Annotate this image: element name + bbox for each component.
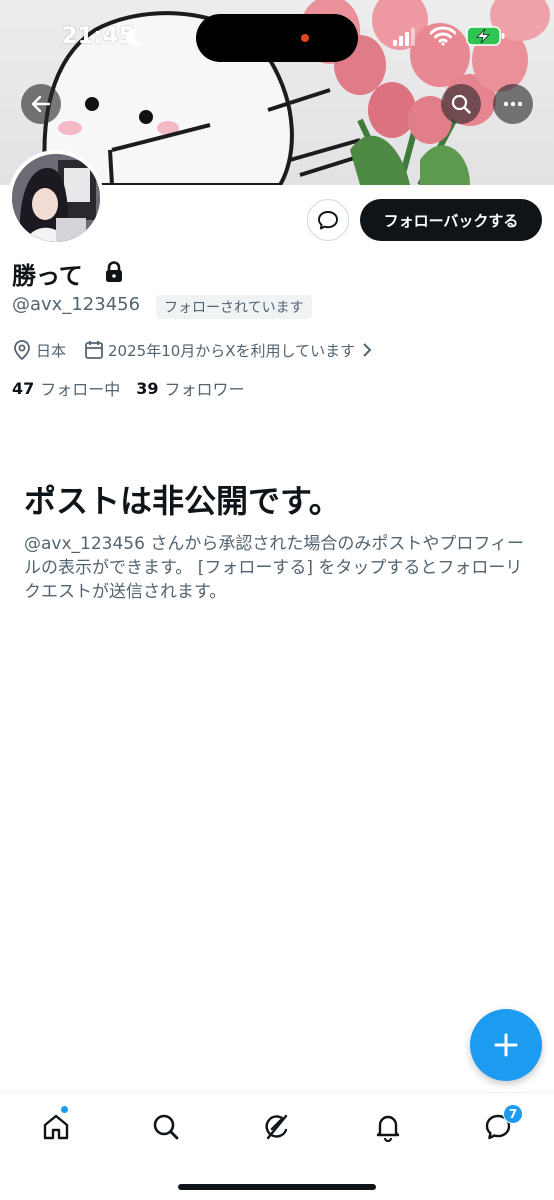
grok-icon — [265, 1114, 288, 1140]
message-button[interactable] — [307, 199, 349, 241]
home-icon — [43, 1114, 69, 1140]
chevron-right-icon[interactable] — [361, 342, 373, 358]
tab-search[interactable] — [144, 1109, 188, 1145]
avatar[interactable] — [8, 150, 104, 246]
compose-button[interactable] — [470, 1009, 542, 1081]
cellular-signal-icon — [393, 28, 415, 46]
arrow-left-icon — [31, 95, 51, 113]
back-button[interactable] — [21, 84, 61, 124]
private-notice-description: @avx_123456 さんから承認された場合のみポストやプロフィールの表示がで… — [24, 534, 524, 602]
messages-badge: 7 — [503, 1104, 523, 1124]
notifications-icon — [376, 1115, 400, 1142]
more-dots-icon — [503, 101, 523, 107]
following-label[interactable]: フォロー中 — [40, 376, 120, 400]
tab-home[interactable] — [34, 1109, 78, 1145]
followers-label[interactable]: フォロワー — [165, 376, 245, 400]
profile-location: 日本 — [36, 341, 67, 360]
avatar-image — [12, 154, 100, 242]
follows-you-badge: フォローされています — [156, 295, 312, 319]
home-unread-dot — [60, 1105, 69, 1114]
home-indicator — [178, 1184, 376, 1190]
search-icon — [451, 94, 471, 114]
private-notice-title: ポストは非公開です。 — [24, 482, 341, 520]
search-icon — [153, 1114, 179, 1140]
wifi-icon — [430, 26, 456, 46]
lock-icon — [106, 261, 122, 282]
recording-indicator — [301, 34, 309, 42]
location-pin-icon — [12, 339, 32, 361]
battery-charging-icon — [466, 26, 505, 46]
profile-joined[interactable]: 2025年10月からXを利用しています — [108, 340, 355, 361]
following-count[interactable]: 47 — [12, 379, 34, 398]
tab-notifications[interactable] — [366, 1109, 410, 1145]
focus-moon-icon — [126, 28, 143, 47]
plus-icon — [494, 1033, 518, 1057]
dynamic-island — [196, 14, 358, 62]
more-button[interactable] — [493, 84, 533, 124]
tab-grok[interactable] — [255, 1109, 299, 1145]
profile-handle: @avx_123456 — [12, 294, 141, 315]
search-button[interactable] — [441, 84, 481, 124]
follow-counts: 47 フォロー中 39 フォロワー — [12, 376, 245, 400]
bottom-tab-bar: 7 — [0, 1092, 554, 1200]
profile-meta: 日本 2025年10月からXを利用しています — [12, 338, 377, 362]
profile-name: 勝って — [12, 262, 83, 290]
message-bubble-icon — [318, 211, 338, 230]
calendar-icon — [84, 339, 104, 361]
follow-back-button[interactable]: フォローバックする — [360, 199, 542, 241]
followers-count[interactable]: 39 — [136, 379, 158, 398]
